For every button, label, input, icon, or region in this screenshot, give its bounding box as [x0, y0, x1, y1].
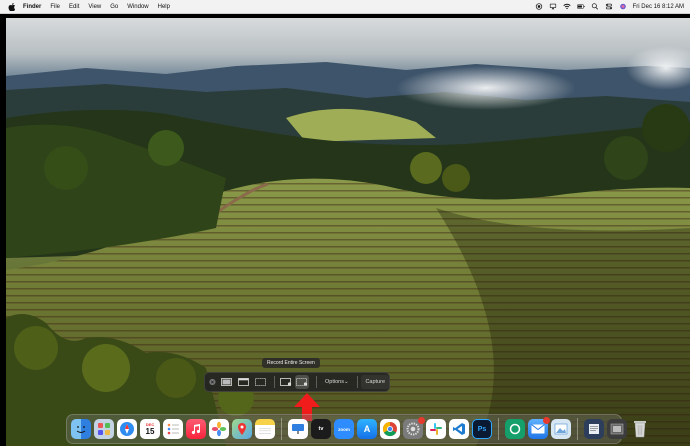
- record-entire-screen-button[interactable]: [279, 375, 293, 389]
- menu-file[interactable]: File: [50, 4, 60, 10]
- photos-icon[interactable]: [209, 419, 229, 439]
- battery-icon[interactable]: [576, 3, 585, 10]
- keynote-icon[interactable]: [288, 419, 308, 439]
- dock-separator: [281, 418, 282, 440]
- dock-separator: [498, 418, 499, 440]
- capture-entire-screen-button[interactable]: [220, 375, 234, 389]
- music-icon[interactable]: [186, 419, 206, 439]
- photoshop-icon[interactable]: Ps: [472, 419, 492, 439]
- record-portion-icon: [296, 378, 308, 386]
- toolbar-divider: [356, 376, 358, 388]
- appletv-icon[interactable]: tv: [311, 419, 331, 439]
- close-toolbar-icon[interactable]: [209, 378, 216, 386]
- desktop-wallpaper: Record Entire Screen Options⌄ Capture: [6, 18, 690, 446]
- notes-icon[interactable]: [255, 419, 275, 439]
- apple-menu-icon[interactable]: [8, 2, 16, 11]
- slack-icon[interactable]: [426, 419, 446, 439]
- finder-icon[interactable]: [71, 419, 91, 439]
- menu-bar: Finder File Edit View Go Window Help Fri…: [0, 0, 690, 14]
- folder-icon[interactable]: [584, 419, 604, 439]
- capture-portion-icon: [254, 378, 266, 386]
- wifi-icon[interactable]: [563, 3, 571, 10]
- calendar-icon[interactable]: DEC 15: [140, 419, 160, 439]
- system-settings-icon[interactable]: [403, 417, 425, 439]
- maps-icon[interactable]: [232, 419, 252, 439]
- siri-icon[interactable]: [619, 3, 627, 10]
- chrome-icon[interactable]: [380, 419, 400, 439]
- dock: DEC 15 tv zoom A Ps: [66, 414, 646, 444]
- chevron-down-icon: ⌄: [343, 379, 349, 385]
- menu-app-name[interactable]: Finder: [23, 4, 41, 10]
- reminders-icon[interactable]: [163, 419, 183, 439]
- control-center-icon[interactable]: [605, 3, 613, 10]
- record-screen-icon: [279, 378, 291, 386]
- mail-icon[interactable]: [528, 417, 550, 439]
- trash-icon[interactable]: [630, 419, 650, 439]
- menu-edit[interactable]: Edit: [69, 4, 79, 10]
- menu-go[interactable]: Go: [110, 4, 118, 10]
- grammarly-icon[interactable]: [505, 419, 525, 439]
- screenshot-icon[interactable]: [607, 419, 627, 439]
- capture-selected-portion-button[interactable]: [253, 375, 267, 389]
- record-entire-screen-tooltip: Record Entire Screen: [262, 358, 320, 368]
- zoom-icon[interactable]: zoom: [334, 419, 354, 439]
- menu-window[interactable]: Window: [127, 4, 148, 10]
- notification-badge: [543, 417, 550, 424]
- record-selected-portion-button[interactable]: [295, 375, 310, 389]
- menu-help[interactable]: Help: [158, 4, 170, 10]
- options-menu-button[interactable]: Options⌄: [321, 379, 353, 385]
- dock-separator: [577, 418, 578, 440]
- options-label: Options: [325, 379, 344, 385]
- screenshot-toolbar: Options⌄ Capture: [204, 372, 390, 392]
- menu-view[interactable]: View: [88, 4, 101, 10]
- capture-entire-screen-icon: [221, 378, 233, 386]
- appstore-icon[interactable]: A: [357, 419, 377, 439]
- airplay-icon[interactable]: [549, 3, 557, 10]
- menu-clock[interactable]: Fri Dec 16 8:12 AM: [633, 4, 684, 10]
- screen-recording-status-icon[interactable]: [535, 3, 543, 10]
- capture-window-icon: [237, 378, 249, 386]
- capture-selected-window-button[interactable]: [237, 375, 251, 389]
- calendar-day: 15: [145, 427, 155, 436]
- capture-button[interactable]: Capture: [361, 375, 390, 389]
- safari-icon[interactable]: [117, 419, 137, 439]
- launchpad-icon[interactable]: [94, 419, 114, 439]
- spotlight-search-icon[interactable]: [591, 3, 599, 10]
- notification-badge: [418, 417, 425, 424]
- vscode-icon[interactable]: [449, 419, 469, 439]
- toolbar-divider: [316, 376, 317, 388]
- preview-icon[interactable]: [551, 419, 571, 439]
- toolbar-divider: [273, 376, 275, 388]
